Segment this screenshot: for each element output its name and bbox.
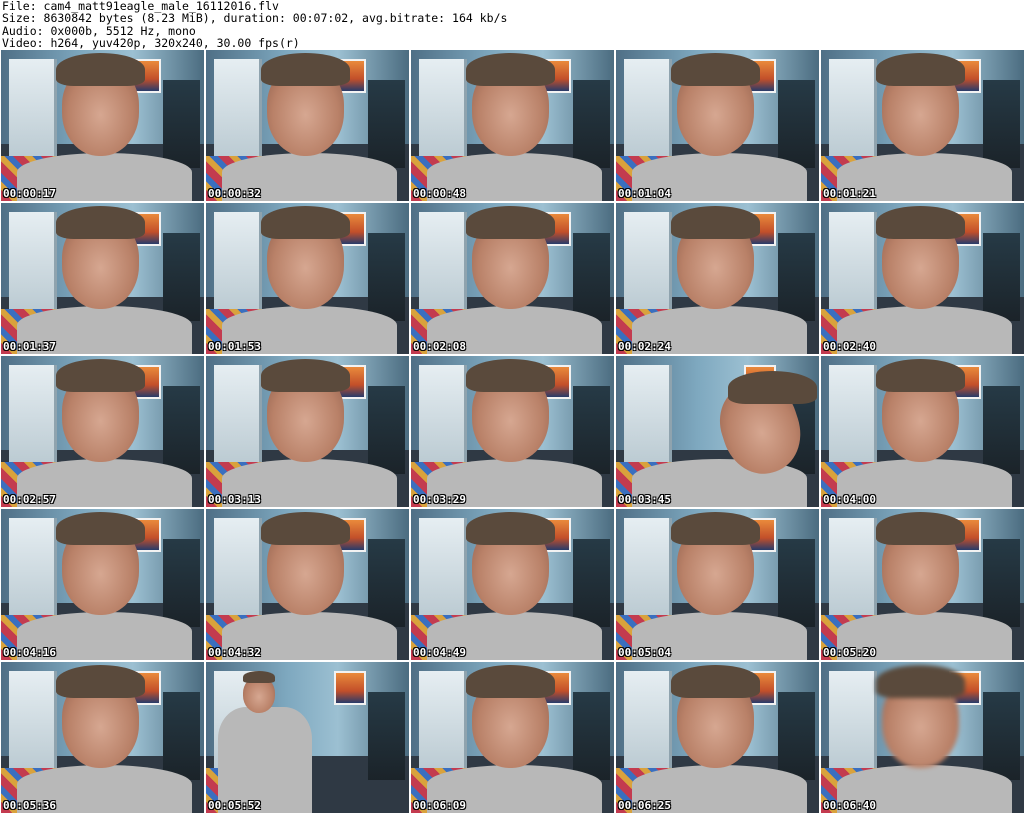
thumbnail-timestamp: 00:01:37 xyxy=(3,340,56,353)
thumbnail-frame-image xyxy=(206,203,409,354)
thumbnail-timestamp: 00:05:04 xyxy=(618,646,671,659)
thumbnail-timestamp: 00:05:36 xyxy=(3,799,56,812)
thumbnail-frame-image xyxy=(1,509,204,660)
video-thumbnail[interactable]: 00:04:00 xyxy=(821,356,1024,507)
video-thumbnail[interactable]: 00:02:40 xyxy=(821,203,1024,354)
video-thumbnail[interactable]: 00:03:13 xyxy=(206,356,409,507)
video-thumbnail[interactable]: 00:05:20 xyxy=(821,509,1024,660)
video-thumbnail[interactable]: 00:03:45 xyxy=(616,356,819,507)
video-thumbnail[interactable]: 00:00:17 xyxy=(1,50,204,201)
thumbnail-timestamp: 00:04:32 xyxy=(208,646,261,659)
video-thumbnail[interactable]: 00:06:40 xyxy=(821,662,1024,813)
thumbnail-grid: 00:00:17 00:00:32 00:00:48 00:01:04 00:01:21… xyxy=(1,50,1024,813)
thumbnail-frame-image xyxy=(206,50,409,201)
video-thumbnail[interactable]: 00:00:48 xyxy=(411,50,614,201)
thumbnail-timestamp: 00:02:24 xyxy=(618,340,671,353)
video-thumbnail[interactable]: 00:03:29 xyxy=(411,356,614,507)
video-thumbnail[interactable]: 00:01:53 xyxy=(206,203,409,354)
thumbnail-frame-image xyxy=(616,662,819,813)
thumbnail-frame-image xyxy=(616,203,819,354)
thumbnail-timestamp: 00:04:49 xyxy=(413,646,466,659)
thumbnail-timestamp: 00:03:13 xyxy=(208,493,261,506)
thumbnail-timestamp: 00:03:29 xyxy=(413,493,466,506)
thumbnail-frame-image xyxy=(616,509,819,660)
thumbnail-frame-image xyxy=(821,509,1024,660)
video-thumbnail[interactable]: 00:02:24 xyxy=(616,203,819,354)
thumbnail-timestamp: 00:00:48 xyxy=(413,187,466,200)
thumbnail-timestamp: 00:06:25 xyxy=(618,799,671,812)
thumbnail-frame-image xyxy=(411,356,614,507)
thumbnail-frame-image xyxy=(206,356,409,507)
video-thumbnail[interactable]: 00:01:21 xyxy=(821,50,1024,201)
thumbnail-frame-image xyxy=(1,50,204,201)
thumbnail-frame-image xyxy=(616,50,819,201)
thumbnail-timestamp: 00:06:40 xyxy=(823,799,876,812)
thumbnail-frame-image xyxy=(1,203,204,354)
thumbnail-frame-image xyxy=(411,509,614,660)
thumbnail-timestamp: 00:00:32 xyxy=(208,187,261,200)
thumbnail-frame-image xyxy=(821,662,1024,813)
thumbnail-frame-image xyxy=(206,509,409,660)
thumbnail-timestamp: 00:01:21 xyxy=(823,187,876,200)
video-thumbnail[interactable]: 00:01:04 xyxy=(616,50,819,201)
file-size-line: Size: 8630842 bytes (8.23 MiB), duration… xyxy=(2,11,508,26)
video-thumbnail[interactable]: 00:02:57 xyxy=(1,356,204,507)
video-thumbnail[interactable]: 00:04:32 xyxy=(206,509,409,660)
video-thumbnail[interactable]: 00:06:25 xyxy=(616,662,819,813)
thumbnail-timestamp: 00:00:17 xyxy=(3,187,56,200)
video-thumbnail[interactable]: 00:05:04 xyxy=(616,509,819,660)
thumbnail-timestamp: 00:05:52 xyxy=(208,799,261,812)
thumbnail-timestamp: 00:02:57 xyxy=(3,493,56,506)
thumbnail-timestamp: 00:01:53 xyxy=(208,340,261,353)
thumbnail-frame-image xyxy=(1,356,204,507)
video-thumbnail[interactable]: 00:05:52 xyxy=(206,662,409,813)
thumbnail-timestamp: 00:05:20 xyxy=(823,646,876,659)
thumbnail-frame-image xyxy=(206,662,409,813)
thumbnail-frame-image xyxy=(821,356,1024,507)
video-thumbnail[interactable]: 00:04:16 xyxy=(1,509,204,660)
thumbnail-timestamp: 00:04:16 xyxy=(3,646,56,659)
thumbnail-frame-image xyxy=(411,203,614,354)
thumbnail-frame-image xyxy=(411,662,614,813)
thumbnail-timestamp: 00:04:00 xyxy=(823,493,876,506)
thumbnail-timestamp: 00:02:40 xyxy=(823,340,876,353)
thumbnail-frame-image xyxy=(821,203,1024,354)
thumbnail-timestamp: 00:02:08 xyxy=(413,340,466,353)
video-thumbnail[interactable]: 00:00:32 xyxy=(206,50,409,201)
file-info-header: File: cam4_matt91eagle_male_16112016.flv… xyxy=(2,0,507,50)
video-info-line: Video: h264, yuv420p, 320x240, 30.00 fps… xyxy=(2,36,300,51)
thumbnail-frame-image xyxy=(616,356,819,507)
video-thumbnail[interactable]: 00:05:36 xyxy=(1,662,204,813)
thumbnail-frame-image xyxy=(1,662,204,813)
thumbnail-timestamp: 00:03:45 xyxy=(618,493,671,506)
thumbnail-frame-image xyxy=(411,50,614,201)
video-thumbnail[interactable]: 00:06:09 xyxy=(411,662,614,813)
video-thumbnail[interactable]: 00:02:08 xyxy=(411,203,614,354)
thumbnail-frame-image xyxy=(821,50,1024,201)
thumbnail-timestamp: 00:06:09 xyxy=(413,799,466,812)
thumbnail-timestamp: 00:01:04 xyxy=(618,187,671,200)
video-thumbnail[interactable]: 00:04:49 xyxy=(411,509,614,660)
video-thumbnail[interactable]: 00:01:37 xyxy=(1,203,204,354)
